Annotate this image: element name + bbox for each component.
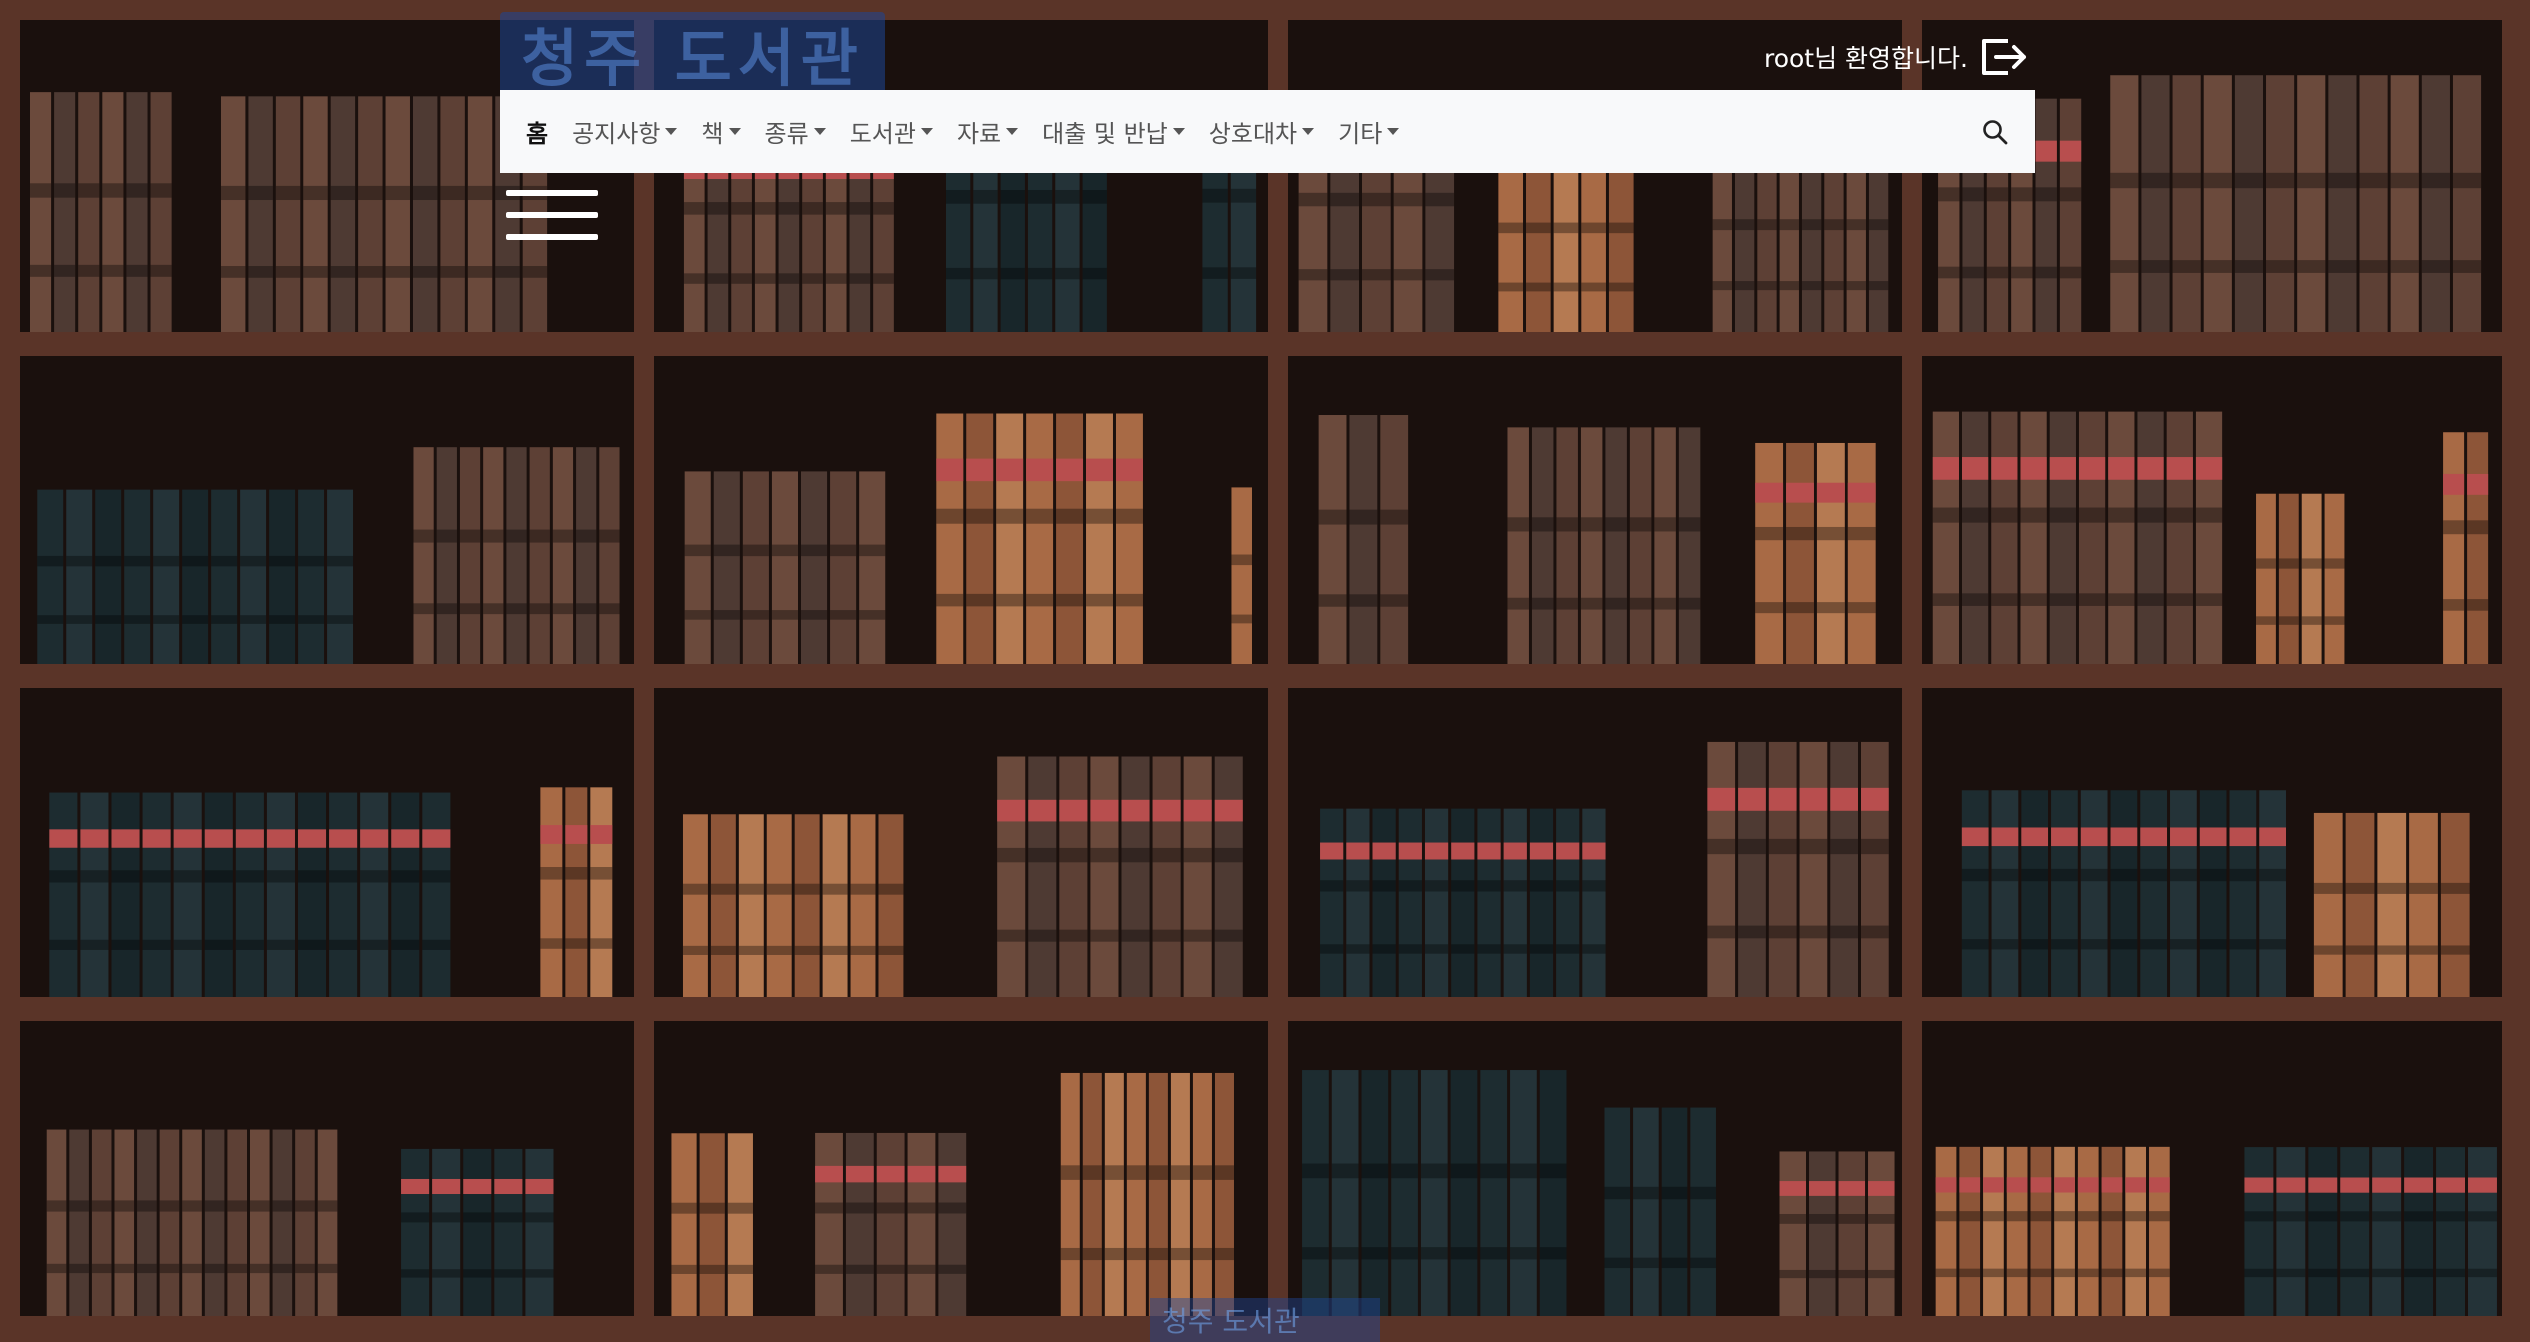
nav-item-5[interactable]: 자료: [956, 114, 1019, 149]
caret-down-icon: [665, 128, 678, 135]
welcome-text: root님 환영합니다.: [1763, 44, 1968, 73]
welcome-area: root님 환영합니다.: [1764, 32, 2030, 82]
nav-item-label: 기타: [1338, 120, 1383, 148]
logout-icon[interactable]: [1978, 35, 2030, 79]
nav-item-label: 대출 및 반납: [1042, 120, 1168, 148]
hamburger-icon[interactable]: [506, 190, 598, 256]
footer-logo-text: 청주 도서관: [1162, 1305, 1300, 1338]
caret-down-icon: [728, 128, 741, 135]
nav-item-label: 책: [701, 120, 724, 148]
caret-down-icon: [813, 128, 826, 135]
caret-down-icon: [1172, 128, 1185, 135]
site-logo[interactable]: 청주 도서관: [500, 12, 885, 95]
nav-item-4[interactable]: 도서관: [850, 114, 933, 149]
nav-item-3[interactable]: 종류: [765, 114, 826, 149]
nav-item-0[interactable]: 홈: [526, 114, 548, 149]
search-icon[interactable]: [1975, 112, 2015, 152]
nav-item-7[interactable]: 상호대차: [1208, 114, 1315, 149]
nav-item-label: 홈: [526, 120, 549, 148]
nav-item-label: 공지사항: [572, 120, 661, 148]
footer-logo: 청주 도서관: [1150, 1298, 1380, 1342]
nav-item-8[interactable]: 기타: [1338, 114, 1400, 149]
nav-item-2[interactable]: 책: [701, 114, 741, 149]
nav-item-6[interactable]: 대출 및 반납: [1042, 114, 1185, 149]
bookshelf-background: [0, 0, 2530, 1342]
caret-down-icon: [920, 128, 933, 135]
nav-item-label: 상호대차: [1208, 120, 1298, 148]
caret-down-icon: [1387, 128, 1400, 135]
logo-text: 청주 도서관: [521, 22, 864, 95]
nav-item-label: 자료: [956, 120, 1002, 148]
nav-item-label: 종류: [764, 120, 809, 148]
caret-down-icon: [1302, 128, 1315, 135]
nav-item-label: 도서관: [849, 120, 916, 148]
nav-item-1[interactable]: 공지사항: [572, 114, 678, 149]
main-navbar: 홈 공지사항 책 종류 도서관 자료 대출 및 반납 상호대차 기타: [500, 90, 2035, 173]
caret-down-icon: [1006, 128, 1019, 135]
